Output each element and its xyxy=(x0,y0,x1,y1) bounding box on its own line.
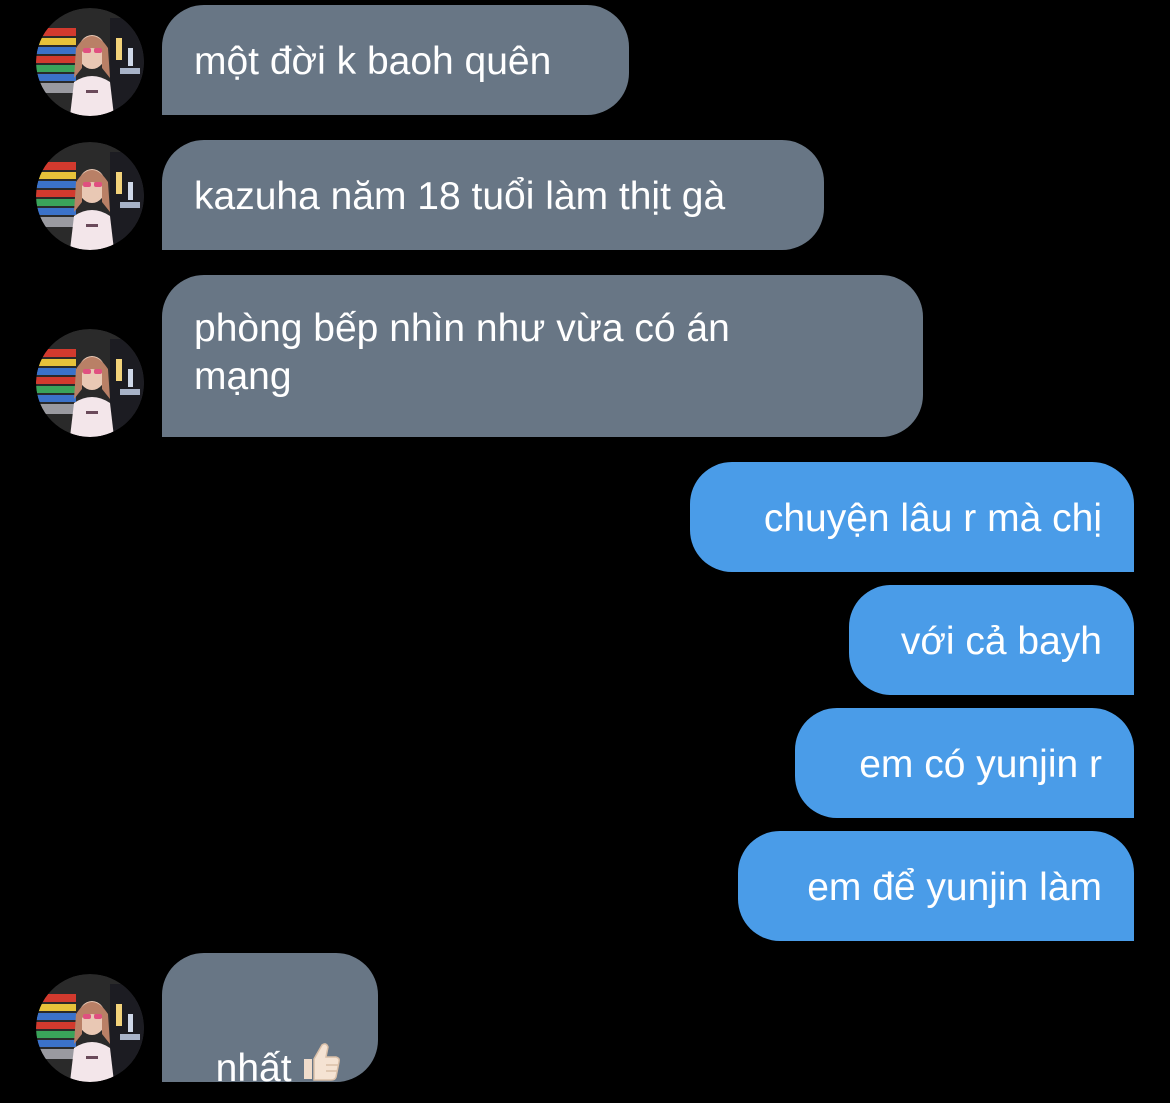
message-bubble-incoming[interactable]: một đời k baoh quên xyxy=(162,5,629,115)
avatar-photo xyxy=(36,142,144,250)
avatar-photo xyxy=(36,974,144,1082)
message-text: nhất xyxy=(215,1047,292,1090)
contact-avatar[interactable] xyxy=(36,8,144,116)
contact-avatar[interactable] xyxy=(36,329,144,437)
thumbs-up-icon xyxy=(298,1039,342,1095)
message-bubble-incoming[interactable]: phòng bếp nhìn như vừa có án mạng xyxy=(162,275,923,437)
contact-avatar[interactable] xyxy=(36,142,144,250)
message-bubble-outgoing[interactable]: em để yunjin làm xyxy=(738,831,1134,941)
avatar-photo xyxy=(36,8,144,116)
contact-avatar[interactable] xyxy=(36,974,144,1082)
message-bubble-outgoing[interactable]: em có yunjin r xyxy=(795,708,1134,818)
avatar-photo xyxy=(36,329,144,437)
message-bubble-outgoing[interactable]: chuyện lâu r mà chị xyxy=(690,462,1134,572)
message-bubble-outgoing[interactable]: với cả bayh xyxy=(849,585,1134,695)
message-bubble-incoming[interactable]: kazuha năm 18 tuổi làm thịt gà xyxy=(162,140,824,250)
message-bubble-incoming[interactable]: nhất xyxy=(162,953,378,1090)
